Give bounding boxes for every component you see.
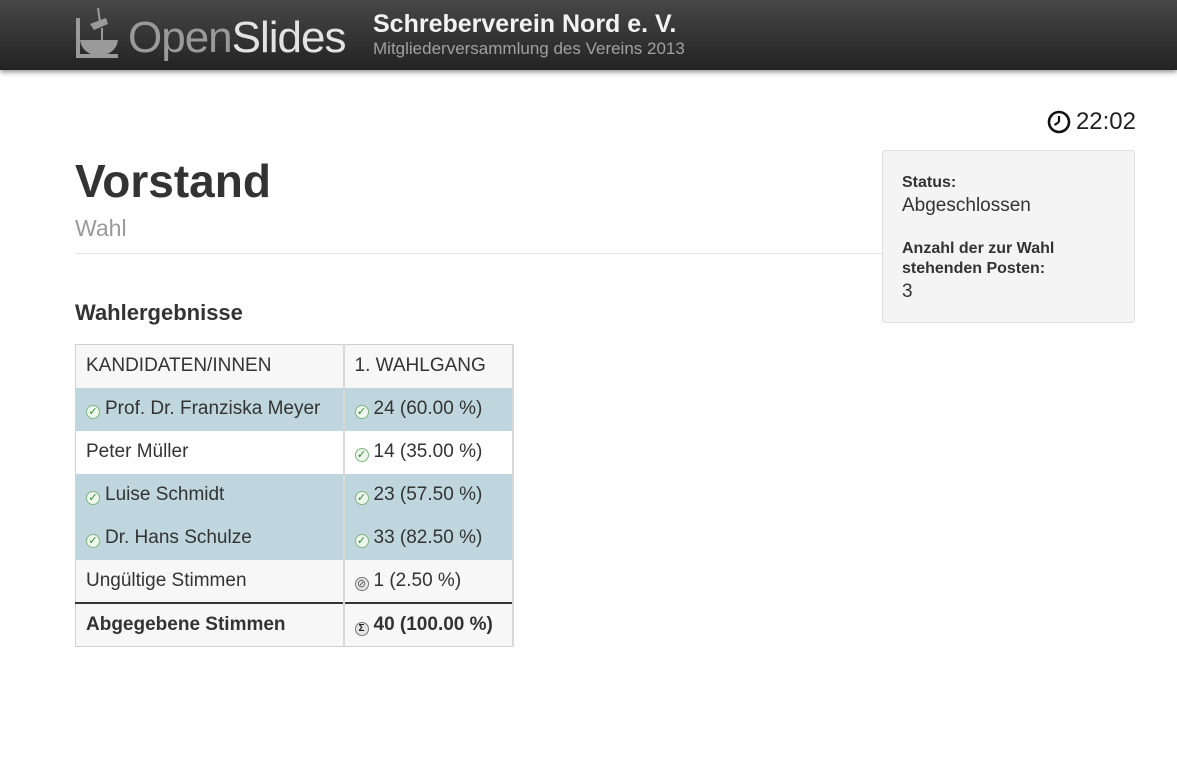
cast-votes-cell: Σ 40 (100.00 %) [343,601,514,647]
event-description: Mitgliederversammlung des Vereins 2013 [373,39,685,58]
candidate-cell: Peter Müller [75,430,345,474]
check-icon: ✓ [354,491,369,505]
column-header-ballot-1: 1. WAHLGANG [343,344,514,388]
invalid-icon: ⊘ [354,576,369,591]
invalid-votes-label: Ungültige Stimmen [75,559,345,603]
candidate-name: Prof. Dr. Franziska Meyer [105,398,321,419]
event-name: Schreberverein Nord e. V. [373,10,677,38]
status-value: Abgeschlossen [902,195,1031,216]
candidate-cell: ✓ Prof. Dr. Franziska Meyer [75,387,345,431]
invalid-votes-cell: ⊘ 1 (2.50 %) [343,559,514,603]
table-row: ✓ Luise Schmidt ✓ 23 (57.50 %) [75,473,514,517]
votes-cell: ✓ 23 (57.50 %) [343,473,514,517]
sigma-icon: Σ [354,621,369,636]
status-box: Status: Abgeschlossen Anzahl der zur Wah… [882,150,1135,323]
candidate-name: Dr. Hans Schulze [105,527,252,548]
elected-check-icon: ✓ [86,491,100,505]
clock-time: 22:02 [1075,108,1136,135]
projector-logo-icon [76,7,118,58]
posts-value: 3 [902,281,913,302]
table-row: ✓ Dr. Hans Schulze ✓ 33 (82.50 %) [75,516,514,560]
invalid-votes-row: Ungültige Stimmen ⊘ 1 (2.50 %) [75,559,514,603]
elected-check-icon: ✓ [86,534,100,548]
cast-votes-row: Abgegebene Stimmen Σ 40 (100.00 %) [75,601,514,647]
header-bar: OpenSlides Schreberverein Nord e. V. Mit… [0,0,1177,70]
logo-text-slides: Slides [231,13,347,62]
clock: 22:02 [1047,108,1136,136]
check-icon: ✓ [354,534,369,548]
slide-title: Vorstand [75,155,271,207]
votes-cell: ✓ 33 (82.50 %) [343,516,514,560]
vote-count: 24 (60.00 %) [373,398,483,419]
logo-text: OpenSlides [128,13,347,63]
clock-icon [1047,110,1071,134]
candidate-cell: ✓ Luise Schmidt [75,473,345,517]
votes-cell: ✓ 24 (60.00 %) [343,387,514,431]
candidate-name: Peter Müller [86,441,189,462]
results-table: KANDIDATEN/INNEN 1. WAHLGANG ✓ Prof. Dr. … [75,344,514,647]
divider [75,253,882,254]
status-label: Status: [902,174,957,191]
check-icon: ✓ [354,405,369,419]
vote-count: 14 (35.00 %) [373,441,483,462]
slide-subtitle: Wahl [75,215,127,241]
results-heading: Wahlergebnisse [75,300,243,325]
candidate-name: Luise Schmidt [105,484,225,505]
posts-label: Anzahl der zur Wahl stehenden Posten: [902,240,1055,277]
vote-count: 23 (57.50 %) [373,484,483,505]
table-row: Peter Müller ✓ 14 (35.00 %) [75,430,514,474]
column-header-candidates: KANDIDATEN/INNEN [75,344,345,388]
logo-text-open: Open [128,13,233,62]
check-icon: ✓ [354,448,369,462]
cast-votes-label: Abgegebene Stimmen [75,601,345,647]
vote-count: 33 (82.50 %) [373,527,483,548]
votes-cell: ✓ 14 (35.00 %) [343,430,514,474]
candidate-cell: ✓ Dr. Hans Schulze [75,516,345,560]
table-row: ✓ Prof. Dr. Franziska Meyer ✓ 24 (60.00 %) [75,387,514,431]
table-header-row: KANDIDATEN/INNEN 1. WAHLGANG [75,344,514,388]
elected-check-icon: ✓ [86,405,100,419]
invalid-votes-count: 1 (2.50 %) [373,569,462,591]
cast-votes-count: 40 (100.00 %) [373,613,493,635]
